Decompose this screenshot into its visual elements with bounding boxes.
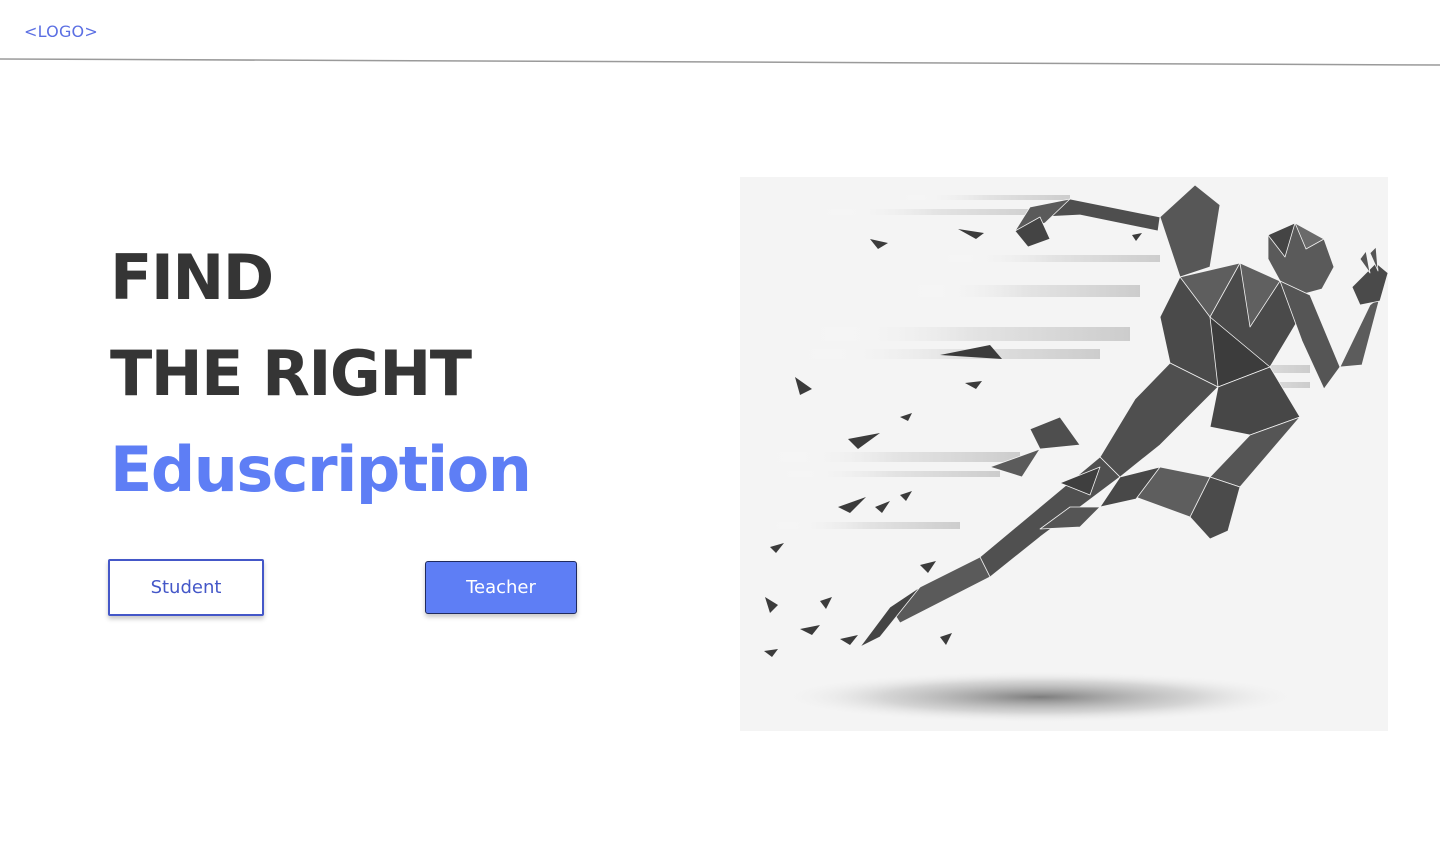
hero-heading: FIND THE RIGHT Eduscription [110,230,532,518]
header-divider [0,58,1440,66]
landing-page: <LOGO> FIND THE RIGHT Eduscription Stude… [0,0,1440,850]
hero-line-find: FIND [110,241,274,314]
hero-line-brand: Eduscription [110,433,532,506]
hero-line-the-right: THE RIGHT [110,337,472,410]
teacher-button[interactable]: Teacher [425,561,577,614]
student-button[interactable]: Student [108,559,264,616]
runner-figure [859,184,1388,648]
running-figure-illustration [764,184,1388,723]
hero-image [740,177,1388,731]
